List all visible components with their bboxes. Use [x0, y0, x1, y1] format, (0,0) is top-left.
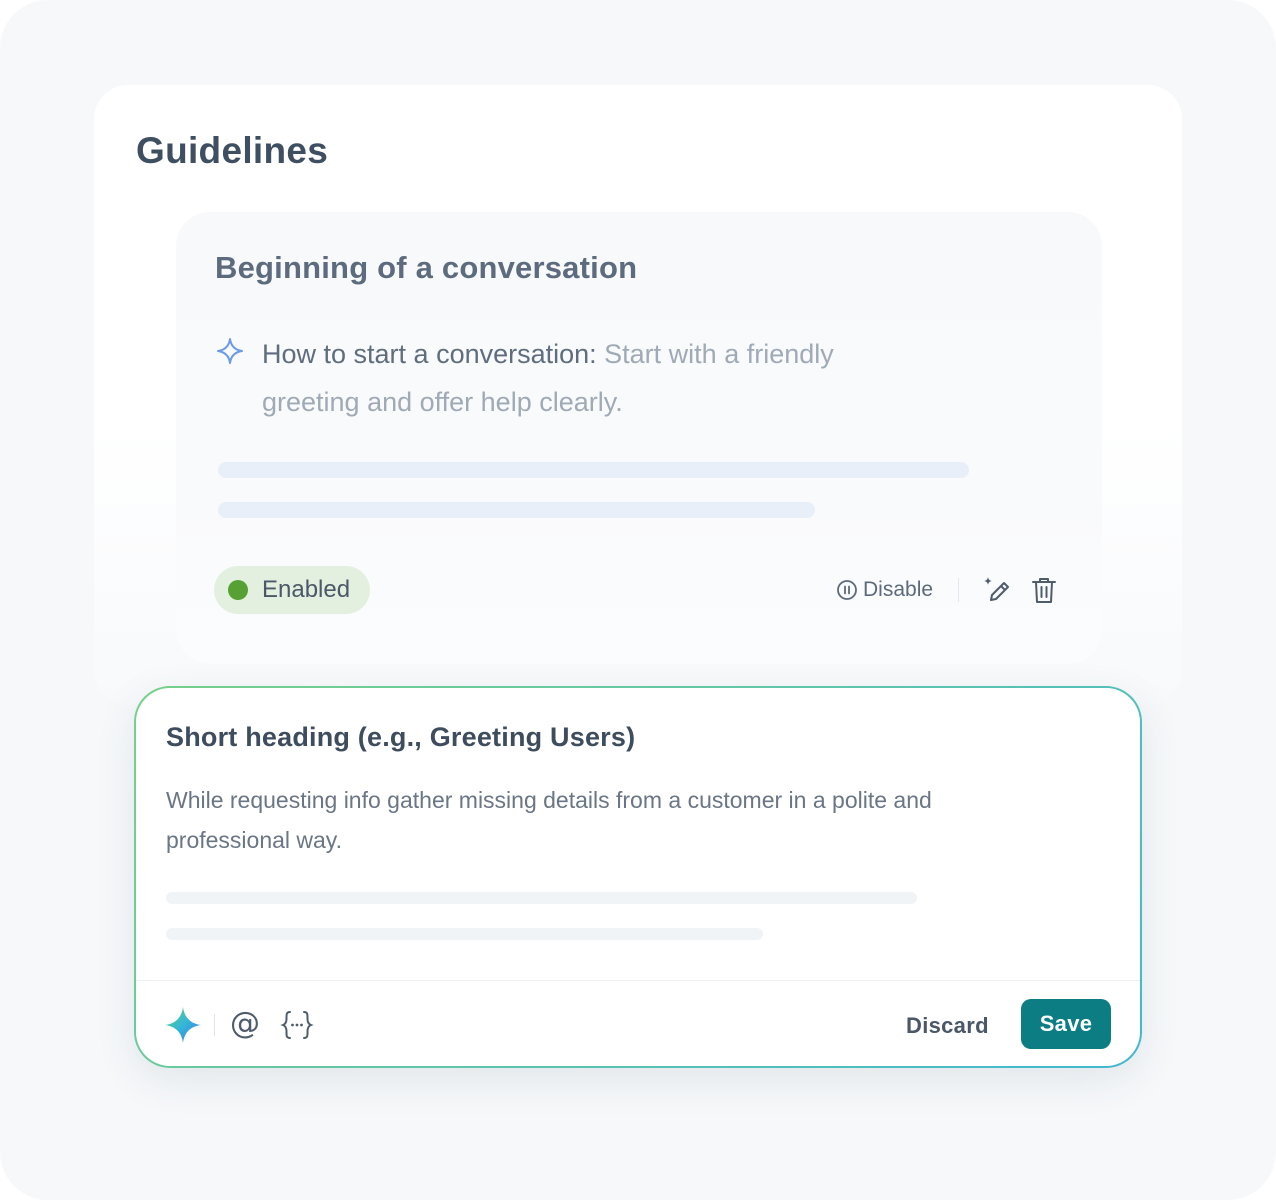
pause-circle-icon: [837, 580, 857, 600]
mention-icon[interactable]: @: [230, 1004, 262, 1044]
editor-surface[interactable]: Short heading (e.g., Greeting Users) Whi…: [136, 688, 1140, 1066]
skeleton-line: [166, 892, 917, 904]
status-label: Enabled: [262, 576, 351, 603]
guideline-card-title: Beginning of a conversation: [215, 250, 638, 285]
disable-label: Disable: [863, 578, 934, 601]
guideline-item: How to start a conversation: Start with …: [262, 330, 922, 426]
discard-button[interactable]: Discard: [906, 1006, 989, 1046]
toolbar-divider: [136, 980, 1140, 981]
heading-input[interactable]: Short heading (e.g., Greeting Users): [166, 722, 635, 753]
ai-sparkle-icon[interactable]: [164, 1006, 202, 1044]
skeleton-line: [166, 928, 763, 940]
status-dot: [228, 580, 248, 600]
guideline-item-lead: How to start a conversation:: [262, 339, 597, 369]
action-divider: [958, 578, 959, 602]
save-button[interactable]: Save: [1021, 999, 1111, 1049]
trash-icon[interactable]: [1031, 576, 1057, 604]
guideline-editor: Short heading (e.g., Greeting Users) Whi…: [134, 686, 1142, 1068]
page-title: Guidelines: [136, 130, 329, 171]
variable-icon[interactable]: [280, 1008, 314, 1042]
disable-button[interactable]: Disable: [836, 576, 933, 604]
guideline-body-input[interactable]: While requesting info gather missing det…: [166, 780, 986, 860]
toolbar-separator: [214, 1014, 215, 1036]
status-badge: Enabled: [214, 566, 370, 614]
sparkle-outline-icon: [217, 338, 243, 364]
ai-edit-icon[interactable]: [982, 575, 1012, 605]
skeleton-line: [218, 462, 969, 478]
skeleton-line: [218, 502, 815, 518]
